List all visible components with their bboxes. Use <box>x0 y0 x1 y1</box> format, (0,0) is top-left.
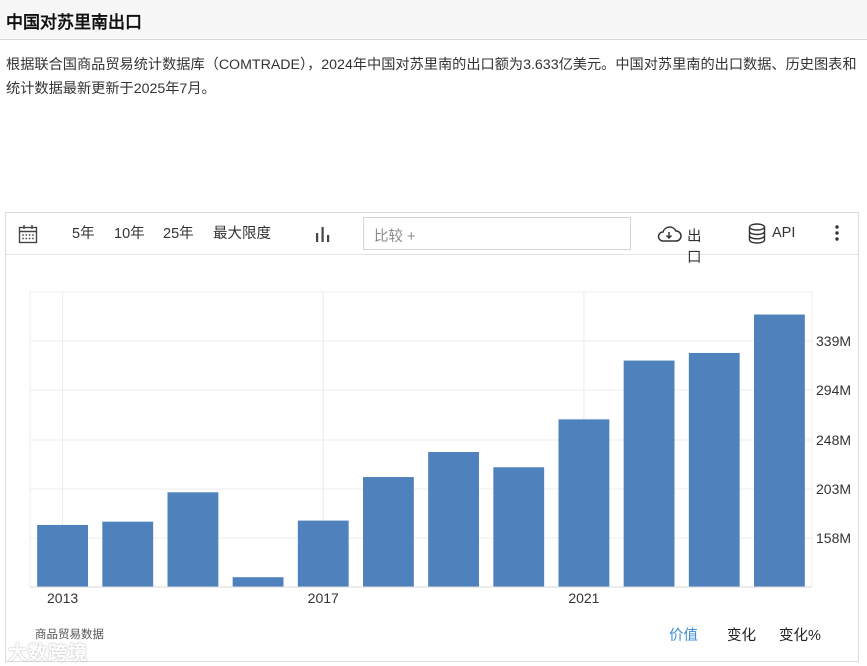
bar-2016[interactable] <box>232 577 284 587</box>
tab-change[interactable]: 变化 <box>727 624 756 645</box>
bar-2022[interactable] <box>623 360 675 587</box>
bar-2021[interactable] <box>558 419 610 587</box>
bar-2023[interactable] <box>688 352 740 587</box>
x-tick-label: 2021 <box>568 590 599 606</box>
bar-2017[interactable] <box>297 520 349 587</box>
bar-2015[interactable] <box>167 492 219 587</box>
tab-change-percent[interactable]: 变化% <box>779 624 821 645</box>
bar-2013[interactable] <box>37 524 88 587</box>
bar-2024[interactable] <box>754 314 805 587</box>
chart-panel: 5年 10年 25年 最大限度 比较 + 出口 API 2013 2017 20… <box>5 212 859 662</box>
page-title: 中国对苏里南出口 <box>6 13 142 32</box>
tab-value[interactable]: 价值 <box>669 624 698 645</box>
watermark-logo: 大数跨境 <box>8 643 89 664</box>
exports-bar-chart: 2013 2017 2021 158M 203M 248M 294M 339M <box>29 291 851 606</box>
bar-2018[interactable] <box>363 477 414 587</box>
title-bar: 中国对苏里南出口 <box>0 0 867 40</box>
bar-2020[interactable] <box>493 467 545 587</box>
y-tick-label: 158M <box>816 530 851 546</box>
y-tick-label: 203M <box>816 481 851 497</box>
bar-2019[interactable] <box>428 452 479 587</box>
y-tick-label: 248M <box>816 432 851 448</box>
description-text: 根据联合国商品贸易统计数据库（COMTRADE），2024年中国对苏里南的出口额… <box>6 57 857 97</box>
bar-2014[interactable] <box>102 521 154 587</box>
x-tick-label: 2013 <box>47 590 78 606</box>
y-tick-label: 294M <box>816 382 851 398</box>
y-tick-label: 339M <box>816 333 851 349</box>
x-tick-label: 2017 <box>308 590 339 606</box>
